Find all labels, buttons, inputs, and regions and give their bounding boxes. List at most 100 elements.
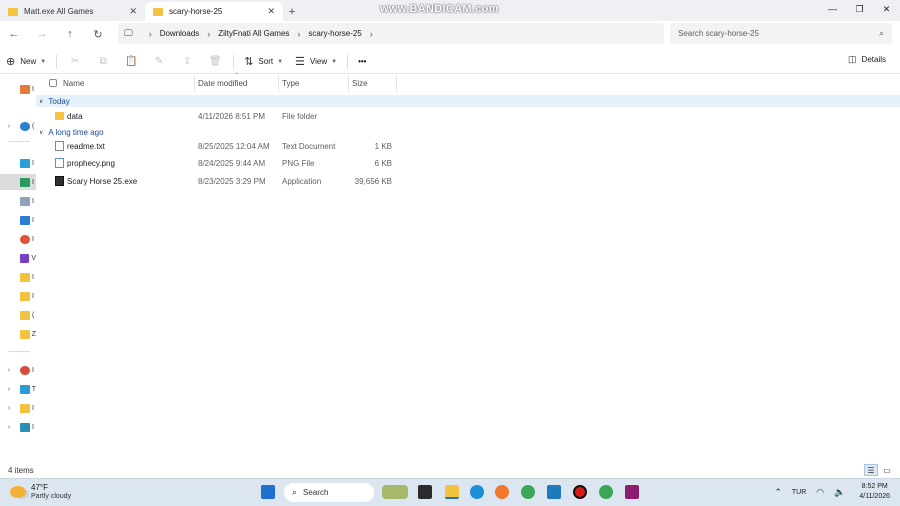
divider xyxy=(233,54,235,69)
winrar-icon[interactable] xyxy=(625,485,639,499)
file-name: Scary Horse 25.exe xyxy=(67,176,138,186)
nav-item-documents[interactable]: I xyxy=(0,193,36,209)
paste-icon[interactable]: 📋 xyxy=(117,51,145,73)
application-icon xyxy=(55,176,64,186)
new-tab-button[interactable]: + xyxy=(283,2,301,21)
column-divider[interactable] xyxy=(348,75,349,92)
copy-icon[interactable]: ⧉ xyxy=(89,51,117,73)
nav-item-folder[interactable]: I xyxy=(0,269,36,285)
language-indicator[interactable]: TUR xyxy=(792,489,806,496)
nav-item-folder[interactable]: I xyxy=(0,288,36,304)
minimize-icon[interactable]: — xyxy=(819,0,846,18)
nav-item-desktop[interactable]: I xyxy=(0,155,36,171)
details-view-icon[interactable]: ☰ xyxy=(864,464,878,476)
tiles-view-icon[interactable]: ▭ xyxy=(880,464,894,476)
widgets-icon[interactable] xyxy=(382,485,408,499)
wifi-icon[interactable]: ◠ xyxy=(816,487,824,498)
file-row[interactable]: Scary Horse 25.exe 8/23/2025 3:29 PM App… xyxy=(36,173,900,189)
nav-item-network[interactable]: › I xyxy=(0,419,36,435)
chrome-profile-icon[interactable] xyxy=(599,485,613,499)
chevron-right-icon[interactable]: › xyxy=(4,386,14,393)
view-button[interactable]: ☰ View ▼ xyxy=(289,51,343,73)
file-row[interactable]: data 4/11/2026 8:51 PM File folder xyxy=(36,108,900,124)
delete-icon[interactable]: 🗑 xyxy=(201,51,229,73)
windows-start-icon[interactable] xyxy=(261,485,275,499)
column-divider[interactable] xyxy=(396,75,397,92)
breadcrumb-downloads[interactable]: Downloads xyxy=(160,29,200,38)
nav-item-folder[interactable]: Z xyxy=(0,326,36,342)
nav-item-this-pc[interactable]: › T xyxy=(0,381,36,397)
cut-icon[interactable]: ✂ xyxy=(61,51,89,73)
file-type: Text Document xyxy=(282,141,336,151)
bandicam-icon[interactable] xyxy=(573,485,587,499)
rename-icon[interactable]: ✎ xyxy=(145,51,173,73)
file-name: data xyxy=(67,111,83,121)
tab-matt-exe[interactable]: Matt.exe All Games ✕ xyxy=(0,2,145,21)
chevron-right-icon[interactable]: › xyxy=(4,424,14,431)
column-divider[interactable] xyxy=(278,75,279,92)
column-header-type[interactable]: Type xyxy=(282,75,299,92)
chevron-right-icon[interactable]: › xyxy=(4,123,14,130)
tab-scary-horse[interactable]: scary-horse-25 ✕ xyxy=(145,2,283,21)
image-file-icon xyxy=(55,158,64,168)
breadcrumb-scary-horse[interactable]: scary-horse-25 xyxy=(308,29,361,38)
chevron-right-icon[interactable]: › xyxy=(4,367,14,374)
volume-icon[interactable]: 🔈 xyxy=(834,487,845,498)
sort-button[interactable]: ⇅ Sort ▼ xyxy=(238,51,289,73)
weather-widget[interactable]: 47°F Partly cloudy xyxy=(10,483,71,501)
back-arrow-icon[interactable]: ← xyxy=(0,22,28,46)
breadcrumb-ziltyfnati[interactable]: ZiltyFnati All Games xyxy=(218,29,289,38)
search-input[interactable]: Search scary-horse-25 ⌕ xyxy=(670,23,892,44)
group-header-long-ago[interactable]: ∨ A long time ago xyxy=(36,126,900,138)
nav-item-pictures[interactable]: I xyxy=(0,212,36,228)
close-icon[interactable]: ✕ xyxy=(129,6,137,17)
chrome-icon[interactable] xyxy=(521,485,535,499)
terminal-icon[interactable] xyxy=(418,485,432,499)
title-bar: Matt.exe All Games ✕ scary-horse-25 ✕ + … xyxy=(0,0,900,21)
view-icon: ☰ xyxy=(295,56,305,68)
forward-arrow-icon[interactable]: → xyxy=(28,22,56,46)
file-row[interactable]: readme.txt 8/25/2025 12:04 AM Text Docum… xyxy=(36,138,900,154)
more-options-button[interactable]: ••• xyxy=(352,51,372,73)
taskbar-search[interactable]: ⌕ Search xyxy=(284,483,374,502)
firefox-icon[interactable] xyxy=(495,485,509,499)
address-bar[interactable]: 🖵 › Downloads › ZiltyFnati All Games › s… xyxy=(118,23,664,44)
nav-item-home[interactable]: I xyxy=(0,81,36,97)
maximize-icon[interactable]: ❐ xyxy=(846,0,873,18)
music-icon xyxy=(20,234,30,244)
chevron-right-icon[interactable]: › xyxy=(370,29,373,39)
up-arrow-icon[interactable]: ↑ xyxy=(56,22,84,46)
nav-item-videos[interactable]: V xyxy=(0,250,36,266)
file-explorer-icon[interactable] xyxy=(445,485,459,499)
video-icon xyxy=(19,253,30,263)
nav-item-folder[interactable]: › I xyxy=(0,400,36,416)
close-window-icon[interactable]: ✕ xyxy=(873,0,900,18)
clock-time: 8:52 PM xyxy=(861,483,888,490)
app-icon[interactable] xyxy=(547,485,561,499)
column-header-size[interactable]: Size xyxy=(352,75,368,92)
pictures-icon xyxy=(20,215,30,225)
share-icon[interactable]: ⇪ xyxy=(173,51,201,73)
refresh-icon[interactable]: ↻ xyxy=(84,22,112,46)
nav-item-folder[interactable]: ( xyxy=(0,307,36,323)
nav-item-onedrive[interactable]: ›( xyxy=(0,118,36,134)
details-button[interactable]: ◫ Details xyxy=(848,54,886,65)
clock-date: 4/11/2026 xyxy=(859,493,890,500)
edge-icon[interactable] xyxy=(470,485,484,499)
file-row[interactable]: prophecy.png 8/24/2025 9:44 AM PNG File … xyxy=(36,155,900,171)
nav-item-downloads[interactable]: I xyxy=(0,174,36,190)
column-header-name[interactable]: Name xyxy=(63,75,84,92)
close-icon[interactable]: ✕ xyxy=(267,6,275,17)
column-divider[interactable] xyxy=(194,75,195,92)
chevron-right-icon[interactable]: › xyxy=(4,405,14,412)
new-button[interactable]: ⊕ New ▼ xyxy=(0,51,52,73)
clock[interactable]: 8:52 PM 4/11/2026 xyxy=(859,482,890,502)
column-header-date[interactable]: Date modified xyxy=(198,75,247,92)
chevron-up-icon[interactable]: ⌃ xyxy=(774,487,782,498)
group-header-today[interactable]: ∨ Today xyxy=(36,95,900,107)
select-all-checkbox[interactable] xyxy=(49,79,57,87)
nav-item-music[interactable]: I xyxy=(0,231,36,247)
nav-item-drive[interactable]: › I xyxy=(0,362,36,378)
sort-icon: ⇅ xyxy=(244,56,254,68)
navigation-bar: ← → ↑ ↻ 🖵 › Downloads › ZiltyFnati All G… xyxy=(0,21,900,47)
